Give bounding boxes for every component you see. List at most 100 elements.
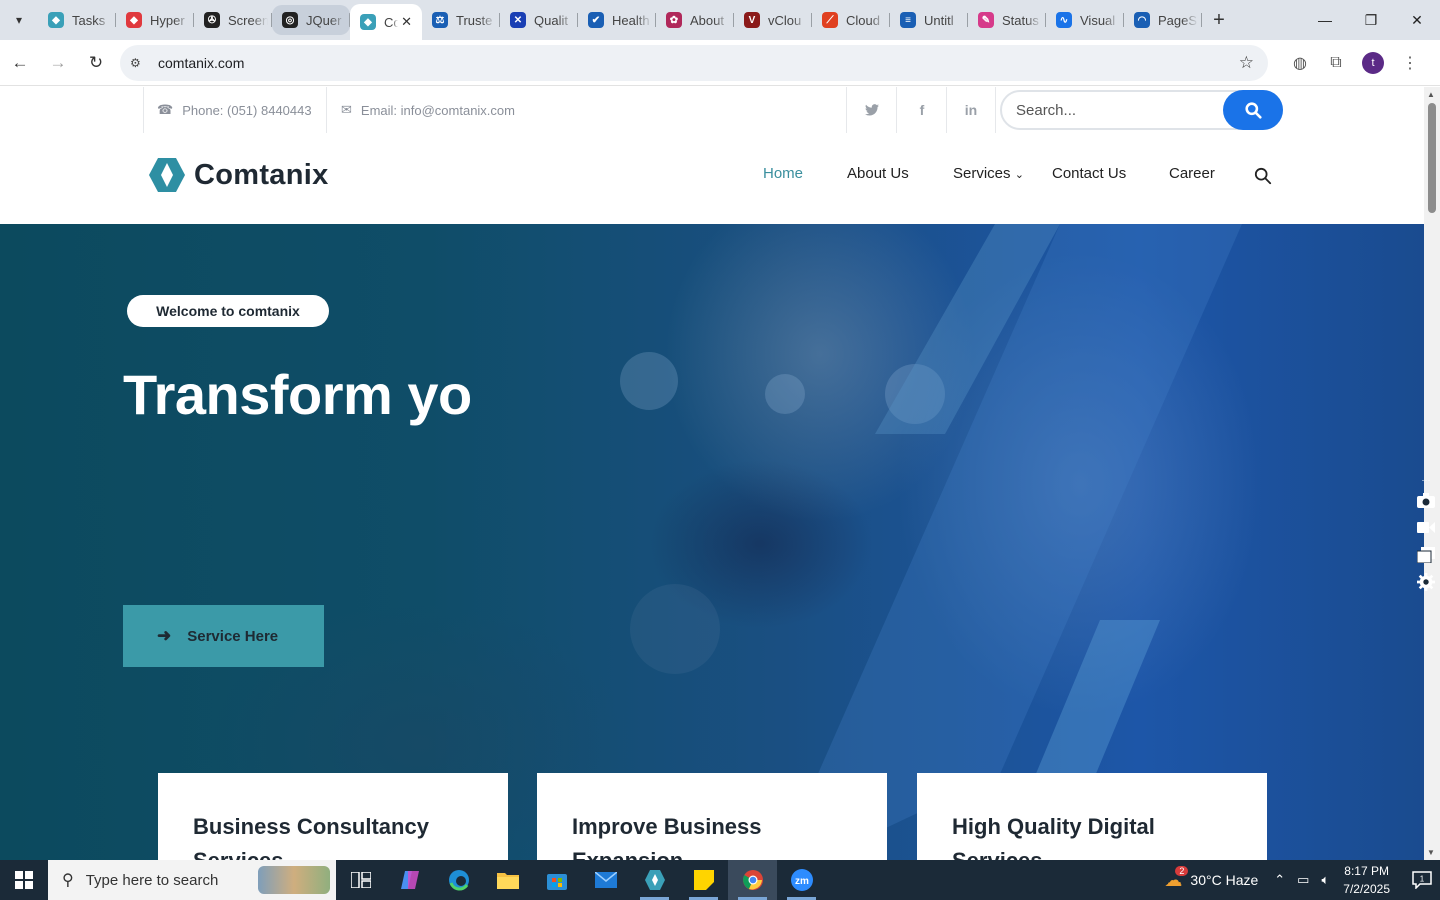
nav-home[interactable]: Home [763,165,803,182]
service-cards: Business Consultancy Services Improve Bu… [0,773,1424,860]
browser-tab[interactable]: ✿ About [656,5,734,35]
scrollbar-thumb[interactable] [1428,103,1436,213]
notification-center-icon[interactable]: 1 [1404,860,1440,900]
browser-tab[interactable]: ◆ Hyper [116,5,194,35]
back-button[interactable]: ← [2,45,38,81]
forward-button[interactable]: → [40,45,76,81]
edge-browser-icon[interactable] [434,860,483,900]
tab-title: PageS [1158,12,1198,28]
video-camera-icon[interactable] [1412,514,1440,541]
extensions-icon[interactable]: ⧉ [1318,45,1354,81]
phone-icon: ☎ [157,102,174,117]
volume-icon[interactable]: 🔈︎ [1321,872,1329,888]
tab-favicon-icon: ✿ [666,12,682,28]
tab-search-dropdown[interactable]: ▾ [0,0,38,40]
camera-icon[interactable] [1412,487,1440,514]
tab-title: vClou [768,12,802,28]
tab-title: Co [384,14,398,30]
chevron-up-icon[interactable]: ⌃ [1274,872,1285,888]
service-card[interactable]: Improve Business Expansion [537,773,887,860]
linkedin-icon[interactable]: in [946,87,996,133]
close-window-button[interactable]: ✕ [1394,0,1440,40]
email-text[interactable]: Email: info@comtanix.com [361,103,515,118]
chrome-icon[interactable] [728,860,777,900]
browser-tab[interactable]: ◠ PageS [1124,5,1202,35]
tab-favicon-icon: ✎ [978,12,994,28]
phone-info: ☎ Phone: (051) 8440443 [157,87,312,133]
browser-tab[interactable]: ◎ JQuer [272,5,350,35]
tab-title: Screen [228,12,268,28]
zoom-icon[interactable]: zm [777,860,826,900]
browser-tab[interactable]: ◆ Co ✕ [350,4,422,40]
twitter-icon[interactable] [847,87,897,133]
nav-contact[interactable]: Contact Us [1052,165,1126,182]
windows-logo-icon [15,871,33,889]
nav-career[interactable]: Career [1169,165,1215,182]
browser-tab[interactable]: ✇ Screen [194,5,272,35]
weather-widget[interactable]: ☁ 2 30°C Haze [1164,865,1259,891]
tab-title: About [690,12,724,28]
tab-favicon-icon: ✇ [204,12,220,28]
nav-about[interactable]: About Us [847,165,909,182]
close-tab-icon[interactable]: ✕ [401,14,412,30]
clock-date: 7/2/2025 [1343,882,1390,896]
browser-tab[interactable]: ≡ Untitl [890,5,968,35]
browser-tab[interactable]: ✔ Health [578,5,656,35]
new-tab-button[interactable]: + [1202,9,1236,32]
translate-icon[interactable]: ◍ [1282,45,1318,81]
tab-title: Untitl [924,12,954,28]
reload-button[interactable]: ↻ [78,45,114,81]
scroll-up-arrow-icon[interactable]: ▲ [1427,90,1435,99]
browser-tab[interactable]: VvClou [734,5,812,35]
tab-favicon-icon: ◠ [1134,12,1150,28]
service-card-title: Business Consultancy Services [193,814,429,860]
profile-avatar[interactable]: t [1362,51,1384,74]
site-search-input[interactable] [1002,101,1212,119]
facebook-icon[interactable]: f [897,87,947,133]
microsoft-store-icon[interactable] [532,860,581,900]
file-explorer-icon[interactable] [483,860,532,900]
phone-text: Phone: (051) 8440443 [182,102,312,118]
bookmark-star-icon[interactable]: ☆ [1239,53,1254,73]
service-card-title: Improve Business Expansion [572,814,762,860]
scroll-down-arrow-icon[interactable]: ▼ [1427,848,1435,857]
nav-search-icon[interactable] [1254,167,1272,190]
browser-tab[interactable]: ✎ Status [968,5,1046,35]
window-controls: — ❐ ✕ [1302,0,1440,40]
web-page: ☎ Phone: (051) 8440443 ✉ Email: info@com… [0,87,1424,860]
tab-title: JQuer [306,12,342,28]
toolbar-grip-icon[interactable]: ⋯ [1412,473,1440,487]
browser-tab[interactable]: ✕ Qualit [500,5,578,35]
weather-text: 30°C Haze [1190,872,1259,888]
mail-icon[interactable] [581,860,630,900]
sticky-notes-icon[interactable] [679,860,728,900]
comtanix-app-icon[interactable] [630,860,679,900]
task-view-icon[interactable] [336,860,385,900]
system-clock[interactable]: 8:17 PM 7/2/2025 [1343,862,1390,898]
service-here-button[interactable]: ➜ Service Here [123,605,324,667]
browser-tab[interactable]: ⟋ Cloud [812,5,890,35]
site-search [1000,90,1283,130]
tab-title: Visual [1080,12,1116,28]
url-text[interactable]: comtanix.com [158,55,244,71]
browser-tab[interactable]: ⚖ Truste [422,5,500,35]
windows-icon[interactable] [1412,541,1440,568]
site-search-button[interactable] [1223,90,1283,130]
start-button[interactable] [0,860,48,900]
browser-menu-icon[interactable]: ⋮ [1392,45,1428,81]
nav-services-label: Services [953,165,1011,182]
taskbar-search[interactable]: ⚲ Type here to search [48,860,336,900]
service-card[interactable]: High Quality Digital Services [917,773,1267,860]
nav-services[interactable]: Services ⌄ [953,165,1024,182]
browser-tab[interactable]: ∿ Visual [1046,5,1124,35]
copilot-icon[interactable] [385,860,434,900]
url-bar[interactable]: ⚙ comtanix.com ☆ [120,44,1268,81]
service-card[interactable]: Business Consultancy Services [158,773,508,860]
settings-gear-icon[interactable] [1412,568,1440,595]
tab-favicon-icon: ◆ [48,12,64,28]
browser-tab[interactable]: ◆ Tasks [38,5,116,35]
site-info-icon[interactable]: ⚙ [130,56,150,70]
minimize-button[interactable]: — [1302,0,1348,40]
maximize-button[interactable]: ❐ [1348,0,1394,40]
network-icon[interactable]: ▭ [1297,872,1309,888]
